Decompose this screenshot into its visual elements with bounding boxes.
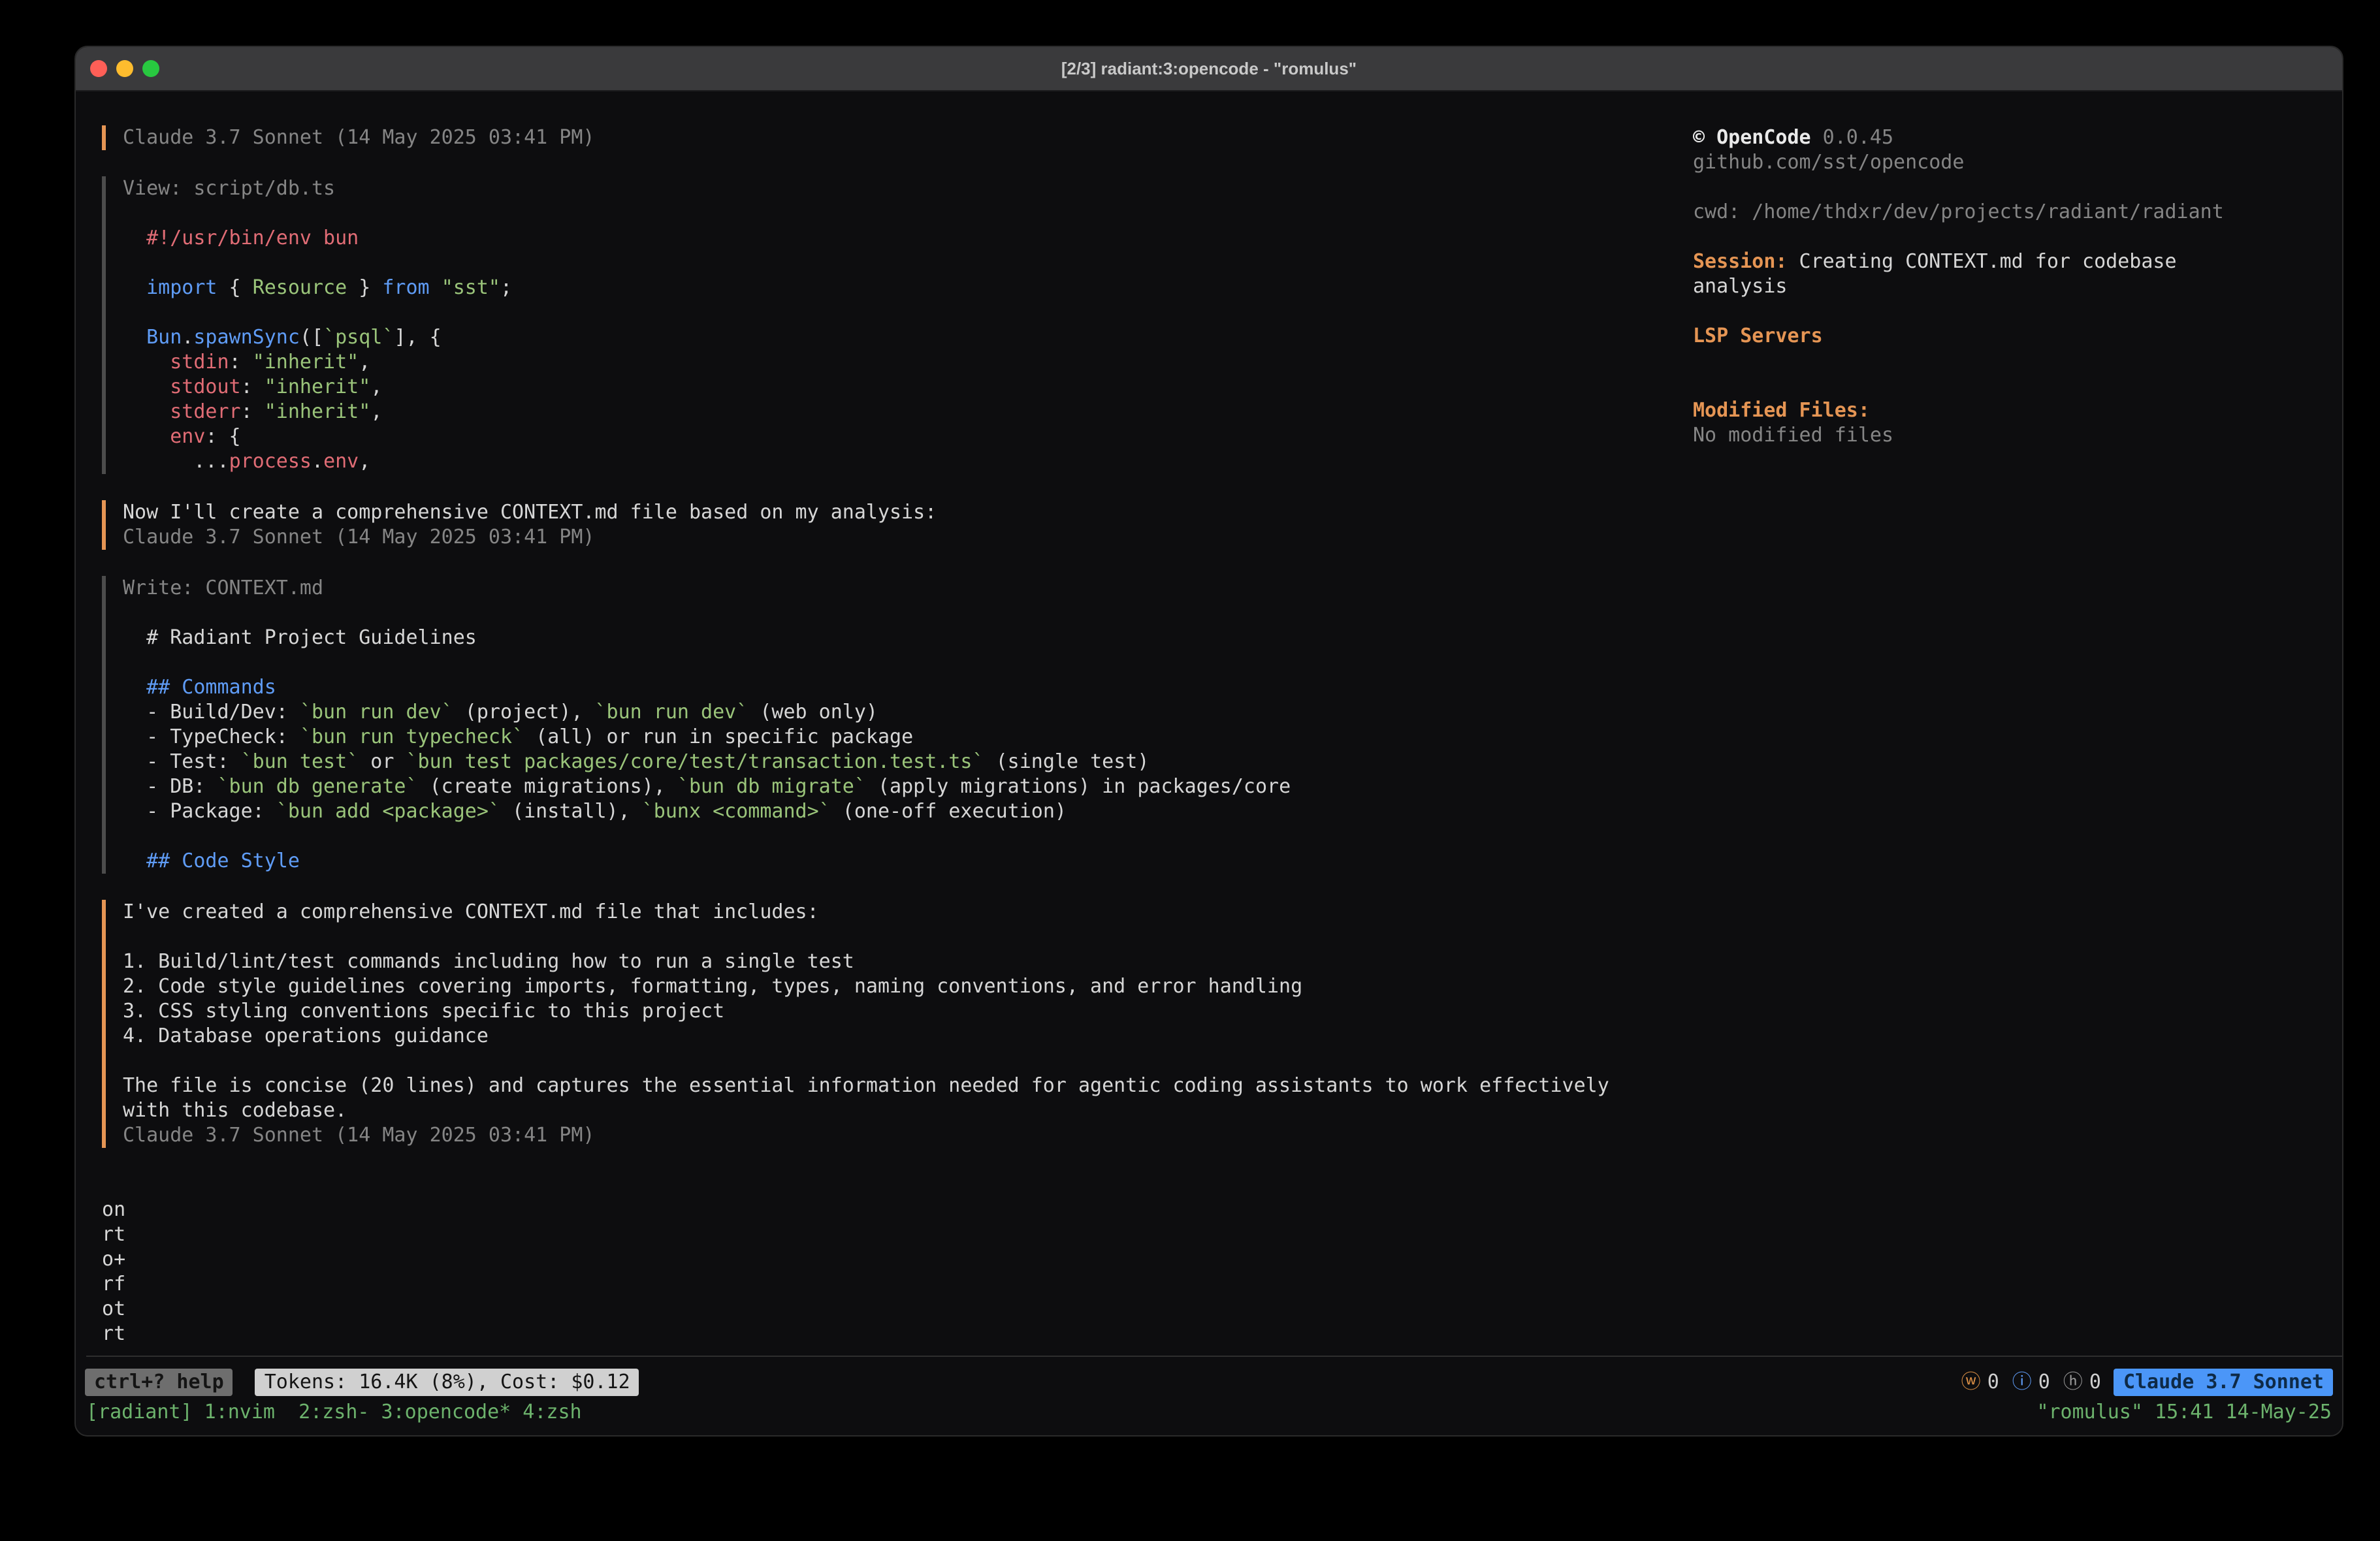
text-line: - Build/Dev: `bun run dev` (project), `b… xyxy=(123,700,1291,725)
assistant-message-block: I've created a comprehensive CONTEXT.md … xyxy=(102,900,2326,1148)
text-line: ot xyxy=(102,1297,2326,1322)
text-line: 2. Code style guidelines covering import… xyxy=(123,974,1609,999)
minimize-button[interactable] xyxy=(116,60,133,77)
text-line xyxy=(1693,225,2329,249)
hint-count: 0 xyxy=(2089,1370,2101,1395)
assistant-message-block: Now I'll create a comprehensive CONTEXT.… xyxy=(102,500,2326,550)
text-line: ## Commands xyxy=(123,675,1291,700)
close-button[interactable] xyxy=(90,60,107,77)
info-icon: ⓘ xyxy=(2012,1370,2032,1395)
text-line: stdin: "inherit", xyxy=(123,350,512,375)
text-line xyxy=(123,925,1609,949)
desktop: [2/3] radiant:3:opencode - "romulus" Cla… xyxy=(0,0,2380,1541)
status-bar-left: ctrl+? help Tokens: 16.4K (8%), Cost: $0… xyxy=(85,1369,639,1396)
diagnostics-warning: ⓦ 0 xyxy=(1961,1370,1999,1395)
hint-icon: ⓗ xyxy=(2063,1370,2083,1395)
terminal-content: Claude 3.7 Sonnet (14 May 2025 03:41 PM)… xyxy=(76,90,2342,1435)
text-line: Now I'll create a comprehensive CONTEXT.… xyxy=(123,500,937,525)
text-line xyxy=(123,601,1291,626)
block-accent-bar xyxy=(102,125,106,150)
input-help-line: onrto+rfotrt xyxy=(102,1198,2326,1346)
text-line: stderr: "inherit", xyxy=(123,400,512,424)
text-line: with this codebase. xyxy=(123,1098,1609,1123)
tmux-session-windows: [radiant] 1:nvim 2:zsh- 3:opencode* 4:zs… xyxy=(86,1400,582,1425)
text-line: Bun.spawnSync([`psql`], { xyxy=(123,325,512,350)
block-accent-bar xyxy=(102,500,106,550)
text-line: - DB: `bun db generate` (create migratio… xyxy=(123,774,1291,799)
text-line: 1. Build/lint/test commands including ho… xyxy=(123,949,1609,974)
window-titlebar[interactable]: [2/3] radiant:3:opencode - "romulus" xyxy=(76,47,2342,91)
text-line xyxy=(123,1049,1609,1073)
text-line xyxy=(1693,299,2329,324)
window-title: [2/3] radiant:3:opencode - "romulus" xyxy=(76,59,2342,78)
text-line: stdout: "inherit", xyxy=(123,375,512,400)
status-bar-right: ⓦ 0 ⓘ 0 ⓗ 0 Claude 3.7 Sonnet xyxy=(1961,1369,2333,1396)
tokens-cost-badge: Tokens: 16.4K (8%), Cost: $0.12 xyxy=(255,1369,639,1396)
text-line: env: { xyxy=(123,424,512,449)
text-line: - TypeCheck: `bun run typecheck` (all) o… xyxy=(123,725,1291,750)
text-line: Claude 3.7 Sonnet (14 May 2025 03:41 PM) xyxy=(123,1123,1609,1148)
status-bar: ctrl+? help Tokens: 16.4K (8%), Cost: $0… xyxy=(76,1369,2342,1396)
text-line xyxy=(1693,349,2329,373)
text-line: - Test: `bun test` or `bun test packages… xyxy=(123,750,1291,774)
text-line: rt xyxy=(102,1222,2326,1247)
text-line: I've created a comprehensive CONTEXT.md … xyxy=(123,900,1609,925)
text-line xyxy=(123,201,512,226)
text-line: © OpenCode 0.0.45 xyxy=(1693,125,2329,150)
text-line: ...process.env, xyxy=(123,449,512,474)
text-line: Write: CONTEXT.md xyxy=(123,576,1291,601)
text-line xyxy=(1693,175,2329,200)
text-line: import { Resource } from "sst"; xyxy=(123,276,512,300)
text-line: The file is concise (20 lines) and captu… xyxy=(123,1073,1609,1098)
text-line: o+ xyxy=(102,1247,2326,1272)
text-line: rf xyxy=(102,1272,2326,1297)
text-line xyxy=(123,251,512,276)
text-line: Modified Files: xyxy=(1693,398,2329,423)
info-count: 0 xyxy=(2038,1370,2050,1395)
tmux-host-time: "romulus" 15:41 14-May-25 xyxy=(2036,1400,2332,1425)
text-line: cwd: /home/thdxr/dev/projects/radiant/ra… xyxy=(1693,200,2329,225)
block-accent-bar xyxy=(102,176,106,474)
model-badge: Claude 3.7 Sonnet xyxy=(2114,1369,2333,1396)
text-line: View: script/db.ts xyxy=(123,176,512,201)
text-line: # Radiant Project Guidelines xyxy=(123,626,1291,650)
text-line: LSP Servers xyxy=(1693,324,2329,349)
text-line: github.com/sst/opencode xyxy=(1693,150,2329,175)
text-line: on xyxy=(102,1198,2326,1222)
tool-write-block: Write: CONTEXT.md # Radiant Project Guid… xyxy=(102,576,2326,874)
text-line xyxy=(123,824,1291,849)
text-line: 3. CSS styling conventions specific to t… xyxy=(123,999,1609,1024)
session-sidebar: © OpenCode 0.0.45github.com/sst/opencode… xyxy=(1693,125,2329,448)
text-line xyxy=(1693,373,2329,398)
text-line: analysis xyxy=(1693,274,2329,299)
text-line: #!/usr/bin/env bun xyxy=(123,226,512,251)
input-separator xyxy=(86,1356,2342,1357)
text-line: - Package: `bun add <package>` (install)… xyxy=(123,799,1291,824)
text-line: Claude 3.7 Sonnet (14 May 2025 03:41 PM) xyxy=(123,525,937,550)
warning-count: 0 xyxy=(1987,1370,1999,1395)
terminal-window: [2/3] radiant:3:opencode - "romulus" Cla… xyxy=(74,46,2343,1437)
text-line: rt xyxy=(102,1322,2326,1346)
text-line: Claude 3.7 Sonnet (14 May 2025 03:41 PM) xyxy=(123,125,594,150)
help-keybind-badge: ctrl+? help xyxy=(85,1369,233,1396)
text-line xyxy=(123,300,512,325)
text-line: ## Code Style xyxy=(123,849,1291,874)
traffic-lights xyxy=(76,60,159,77)
diagnostics-info: ⓘ 0 xyxy=(2012,1370,2050,1395)
text-line: No modified files xyxy=(1693,423,2329,448)
zoom-button[interactable] xyxy=(142,60,159,77)
diagnostics-hint: ⓗ 0 xyxy=(2063,1370,2101,1395)
text-line: 4. Database operations guidance xyxy=(123,1024,1609,1049)
tmux-status-bar: [radiant] 1:nvim 2:zsh- 3:opencode* 4:zs… xyxy=(76,1400,2342,1425)
block-accent-bar xyxy=(102,900,106,1148)
text-line: Session: Creating CONTEXT.md for codebas… xyxy=(1693,249,2329,274)
warning-icon: ⓦ xyxy=(1961,1370,1981,1395)
text-line xyxy=(123,650,1291,675)
block-accent-bar xyxy=(102,576,106,874)
